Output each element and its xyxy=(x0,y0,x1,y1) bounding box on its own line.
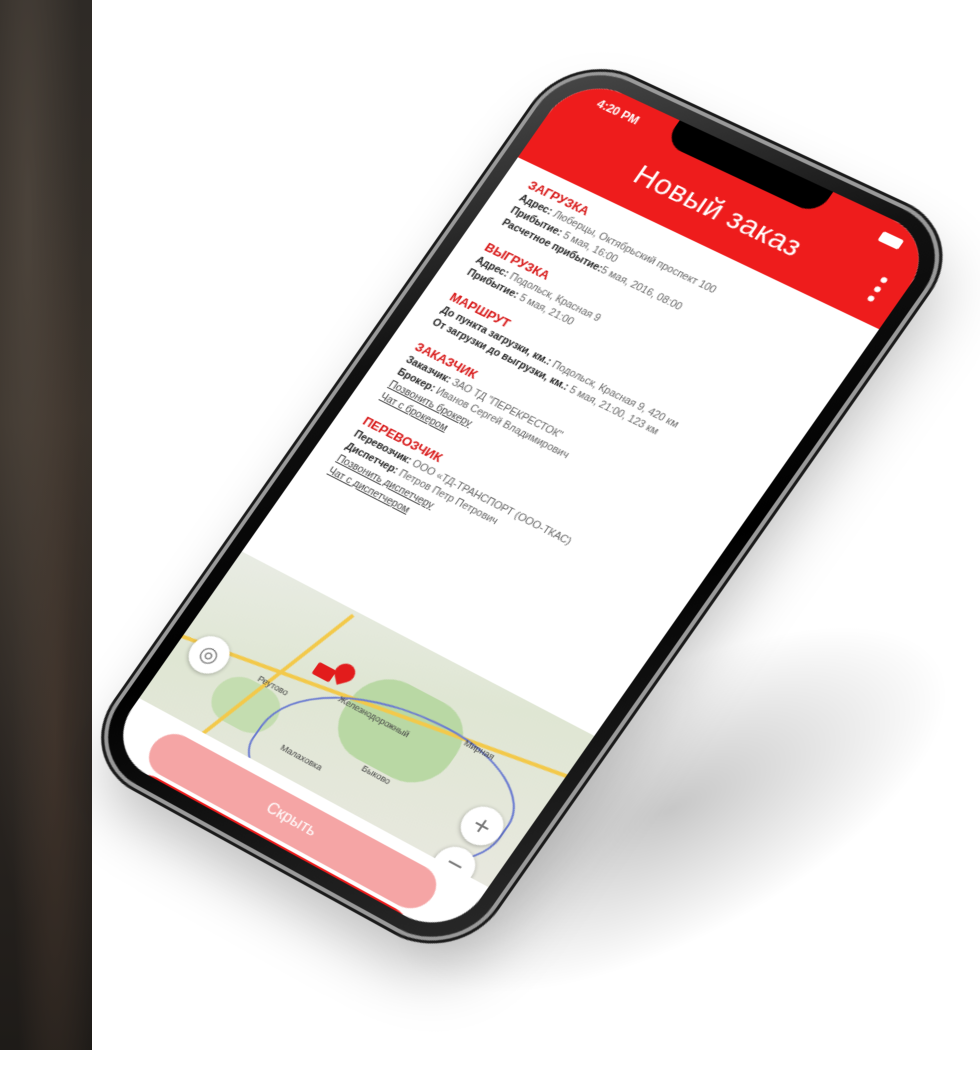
stage: 4:20 PM Новый заказ ЗАГРУЗКА Адрес: Любе… xyxy=(0,0,980,1050)
truck-icon xyxy=(311,661,337,683)
battery-icon xyxy=(877,231,905,250)
phone-screen: 4:20 PM Новый заказ ЗАГРУЗКА Адрес: Любе… xyxy=(102,72,941,941)
status-time: 4:20 PM xyxy=(593,97,643,128)
phone-device: 4:20 PM Новый заказ ЗАГРУЗКА Адрес: Любе… xyxy=(83,55,962,960)
location-pin-icon xyxy=(332,661,358,685)
